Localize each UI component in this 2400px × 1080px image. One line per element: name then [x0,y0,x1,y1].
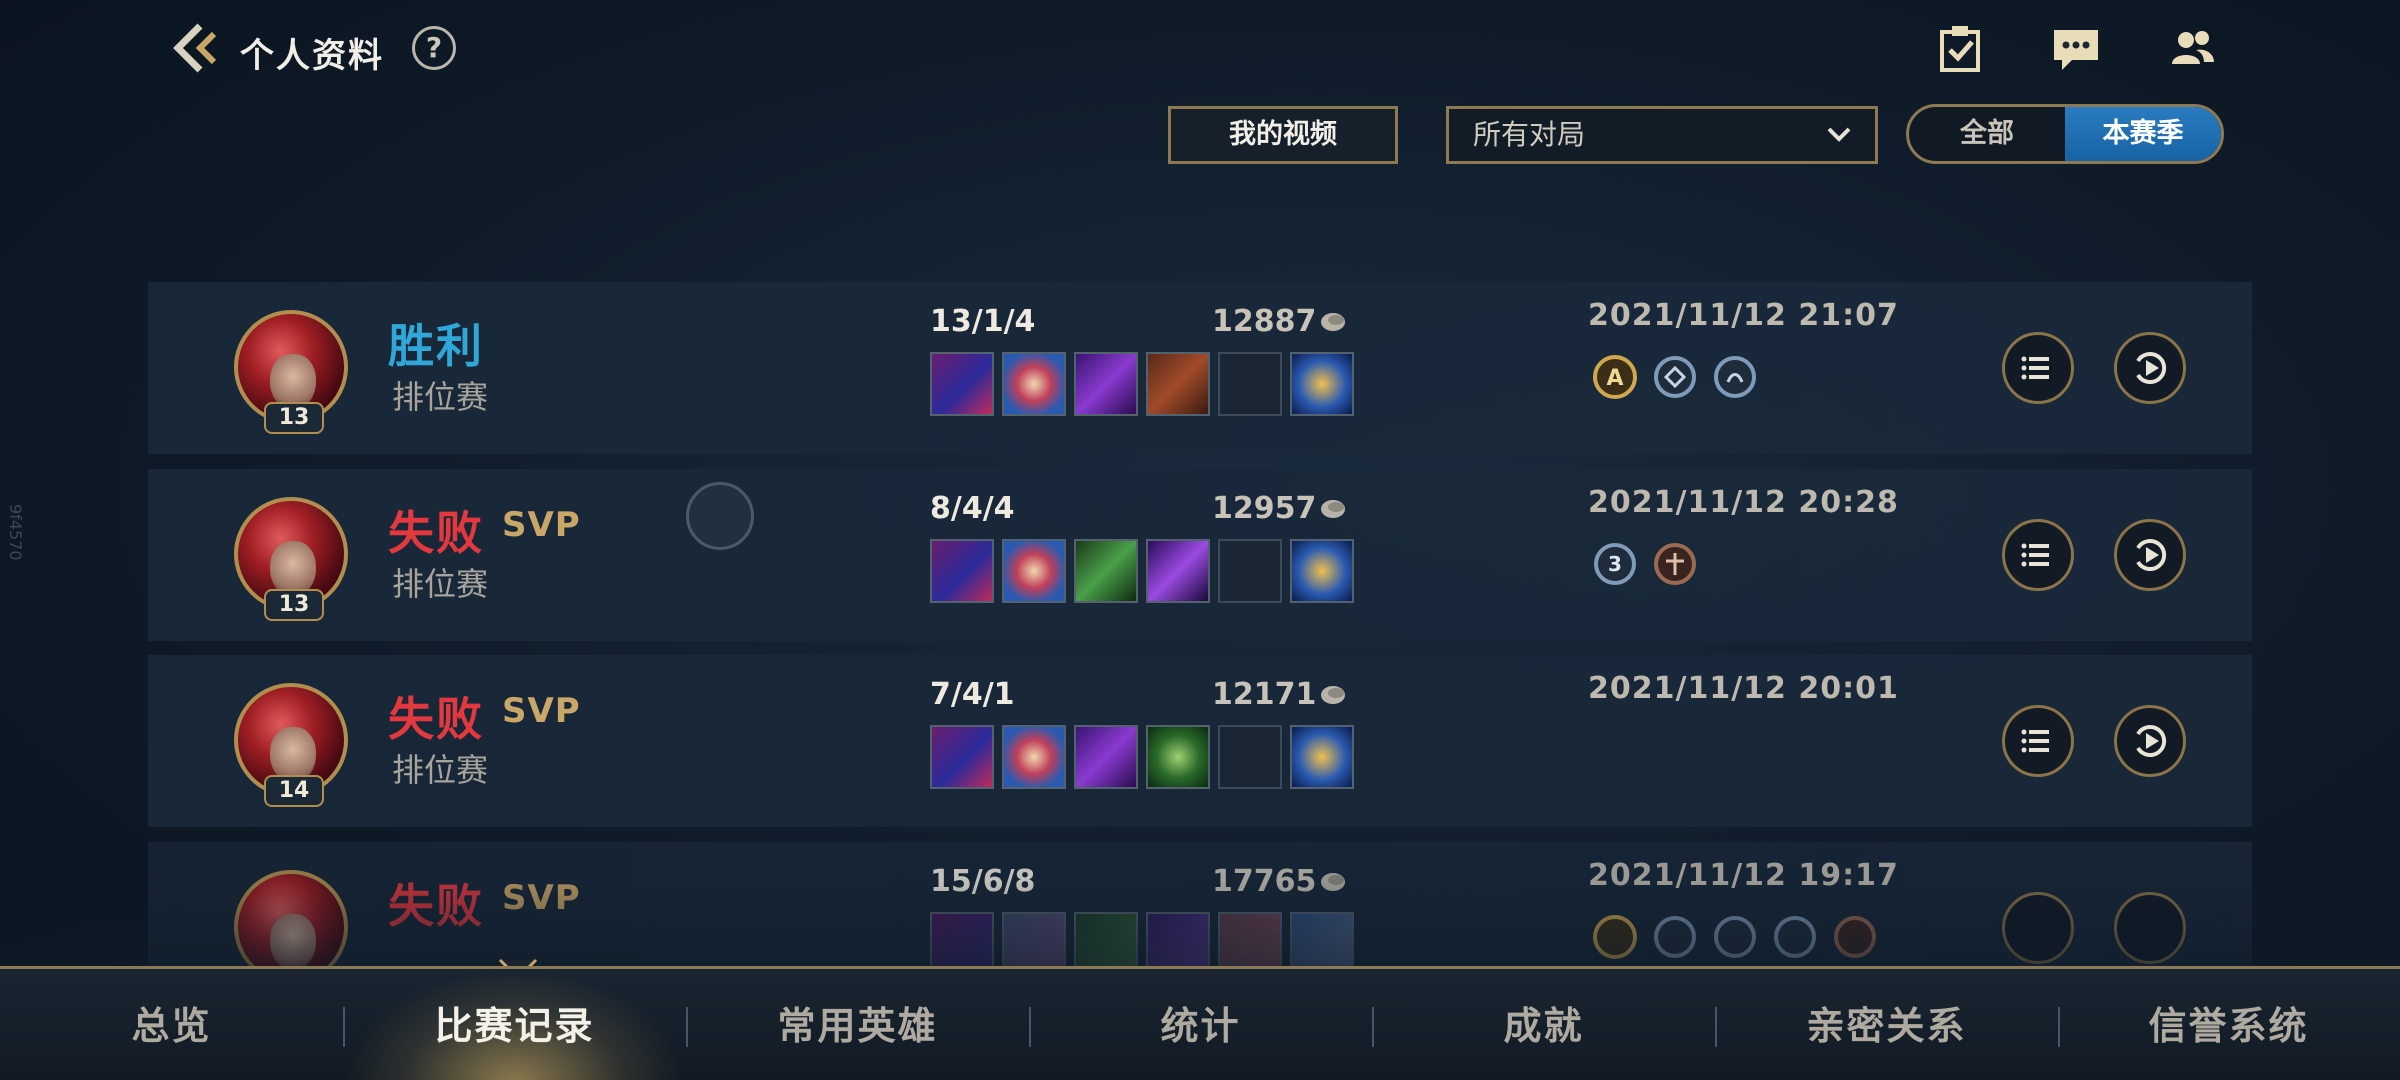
item-slot[interactable] [1074,539,1138,603]
kda-score: 13/1/4 [930,304,1036,339]
gold-coin-icon [1321,313,1345,331]
match-details-button[interactable] [2002,332,2074,404]
friends-icon[interactable] [2166,22,2218,74]
match-mode: 排位赛 [392,378,489,416]
list-icon [2021,729,2049,753]
nav-close-relationships[interactable]: 亲密关系 [1715,969,2058,1080]
match-row[interactable]: 13 胜利 排位赛 13/1/4 12887 2021/11/12 21:07 … [148,282,2252,454]
replay-icon [2136,539,2167,571]
achievement-badge-icon: A [1593,355,1637,399]
back-arrow-icon[interactable] [168,20,224,76]
item-slot[interactable] [1146,539,1210,603]
match-datetime: 2021/11/12 20:01 [1588,671,1899,706]
touch-indicator [686,482,754,550]
nav-statistics[interactable]: 统计 [1029,969,1372,1080]
gold-coin-icon [1321,686,1345,704]
replay-button[interactable] [2114,332,2186,404]
kda-score: 7/4/1 [930,677,1015,712]
gold-amount: 17765 [1212,864,1317,899]
item-slot[interactable] [1146,352,1210,416]
item-slot[interactable] [1002,725,1066,789]
item-slot[interactable] [1074,725,1138,789]
match-details-button[interactable] [2002,892,2074,964]
gold-coin-icon [1321,873,1345,891]
item-slot[interactable] [930,539,994,603]
match-row[interactable]: 13 失败 SVP 排位赛 8/4/4 12957 2021/11/12 20:… [148,469,2252,641]
match-datetime: 2021/11/12 21:07 [1588,298,1899,333]
match-datetime: 2021/11/12 19:17 [1588,858,1899,893]
my-videos-button[interactable]: 我的视频 [1168,106,1398,164]
item-slot[interactable] [930,725,994,789]
achievement-badge-icon: 3 [1594,543,1636,585]
nav-achievements[interactable]: 成就 [1372,969,1715,1080]
kda-score: 15/6/8 [930,864,1036,899]
gold-coin-icon [1321,500,1345,518]
item-slot-empty[interactable] [1218,725,1282,789]
list-icon [2021,543,2049,567]
match-datetime: 2021/11/12 20:28 [1588,485,1899,520]
trinket-slot[interactable] [1290,352,1354,416]
achievement-badge-icon [1654,916,1696,958]
gold-amount: 12957 [1212,491,1317,526]
match-details-button[interactable] [2002,705,2074,777]
item-slot-empty[interactable] [1218,539,1282,603]
match-filter-select[interactable]: 所有对局 [1446,106,1878,164]
match-result: 失败 [388,506,484,560]
chat-icon[interactable] [2050,22,2102,74]
replay-button[interactable] [2114,519,2186,591]
svp-label: SVP [502,691,581,731]
replay-icon [2136,352,2167,384]
item-slot[interactable] [1074,352,1138,416]
item-slot[interactable] [930,352,994,416]
replay-button[interactable] [2114,705,2186,777]
trinket-slot[interactable] [1290,539,1354,603]
achievement-badge-icon [1593,915,1637,959]
bottom-nav: 总览 比赛记录 常用英雄 统计 成就 亲密关系 信誉系统 [0,966,2400,1080]
toggle-all[interactable]: 全部 [1909,107,2065,161]
item-slot[interactable] [1146,725,1210,789]
list-icon [2021,356,2049,380]
achievement-badge-icon [1714,916,1756,958]
item-slot-empty[interactable] [1218,352,1282,416]
achievement-badge-icon [1654,543,1696,585]
match-details-button[interactable] [2002,519,2074,591]
toggle-current-season[interactable]: 本赛季 [2065,107,2221,161]
achievement-badge-icon [1834,916,1876,958]
match-filter-value: 所有对局 [1473,118,1586,151]
help-icon[interactable]: ? [412,26,456,70]
hero-level-badge: 13 [264,589,324,621]
item-slot[interactable] [1002,352,1066,416]
match-result: 胜利 [388,319,484,373]
svg-text:3: 3 [1608,552,1622,576]
gold-amount: 12887 [1212,304,1317,339]
nav-match-history[interactable]: 比赛记录 [343,969,686,1080]
svg-text:A: A [1606,366,1623,391]
trinket-slot[interactable] [1290,725,1354,789]
kda-score: 8/4/4 [930,491,1015,526]
achievement-badge-icon [1714,356,1756,398]
gold-amount: 12171 [1212,677,1317,712]
page-title: 个人资料 [240,36,384,76]
replay-icon [2136,725,2167,757]
nav-favorite-heroes[interactable]: 常用英雄 [686,969,1029,1080]
nav-overview[interactable]: 总览 [0,969,343,1080]
replay-button[interactable] [2114,892,2186,964]
match-result: 失败 [388,692,484,746]
season-toggle[interactable]: 全部 本赛季 [1906,104,2224,164]
match-mode: 排位赛 [392,565,489,603]
chevron-down-icon [1827,127,1851,142]
nav-honor-system[interactable]: 信誉系统 [2057,969,2400,1080]
item-slot[interactable] [1002,539,1066,603]
match-mode: 排位赛 [392,751,489,789]
watermark-text: 9f4570 [6,504,25,561]
match-result: 失败 [388,879,484,933]
achievement-badge-icon [1774,916,1816,958]
achievement-badge-icon [1654,356,1696,398]
hero-level-badge: 14 [264,775,324,807]
match-row[interactable]: 14 失败 SVP 排位赛 7/4/1 12171 2021/11/12 20:… [148,655,2252,827]
hero-level-badge: 13 [264,402,324,434]
svp-label: SVP [502,878,581,918]
svp-label: SVP [502,505,581,545]
task-checklist-icon[interactable] [1934,22,1986,74]
